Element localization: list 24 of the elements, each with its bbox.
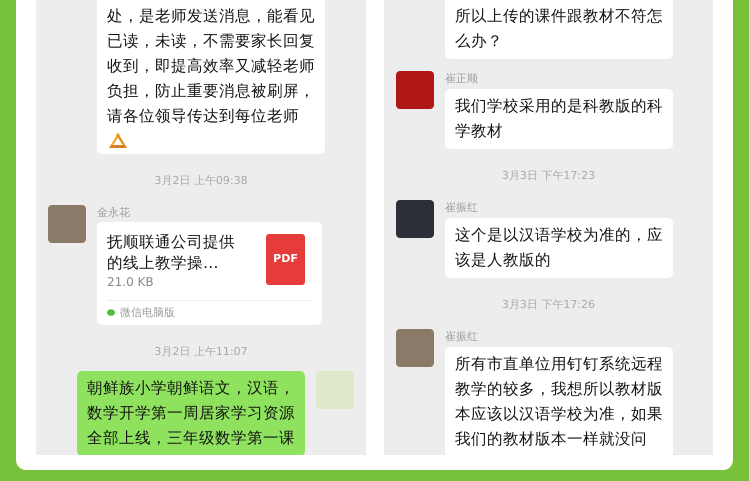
chat-bubble: 这个是以汉语学校为准的，应该是人教版的 — [445, 218, 673, 278]
sender-name: 崔振红 — [445, 200, 479, 216]
message-text: 所以上传的课件跟教材不符怎么办？ — [455, 6, 663, 52]
file-card[interactable]: 抚顺联通公司提供的线上教学操… 21.0 KB PDF 微信电脑版 — [97, 222, 322, 325]
avatar-photo-placeholder — [396, 329, 434, 367]
chat-bubble: 所有市直单位用钉钉系统远程教学的较多，我想所以教材版本应该以汉语学校为准，如果我们的教材版本一样就没问 — [445, 347, 673, 455]
file-size: 21.0 KB — [107, 274, 155, 290]
file-name: 抚顺联通公司提供的线上教学操… — [107, 232, 236, 274]
avatar-photo-placeholder — [396, 200, 434, 238]
sender-name: 崔振红 — [445, 329, 479, 345]
pdf-file-icon: PDF — [266, 234, 305, 285]
source-label: 微信电脑版 — [120, 306, 175, 320]
chat-bubble: 我们学校采用的是科教版的科学教材 — [445, 89, 673, 149]
avatar-photo-placeholder — [396, 71, 434, 109]
sender-name: 金永花 — [97, 205, 131, 221]
timestamp: 3月3日 下午17:23 — [502, 169, 596, 183]
timestamp: 3月2日 上午11:07 — [154, 345, 248, 359]
chat-bubble: 朝鲜族小学朝鲜语文，汉语，数学开学第一周居家学习资源全部上线，三年级数学第一课 — [77, 371, 305, 455]
sender-name: 崔正顺 — [445, 71, 479, 87]
timestamp: 3月3日 下午17:26 — [502, 298, 596, 312]
timestamp: 3月2日 上午09:38 — [154, 174, 248, 188]
message-text: 处，是老师发送消息，能看见已读，未读，不需要家长回复收到，即提高效率又减轻老师负担，防止重要消息被刷屏，请各位领导传达到每位老师 — [107, 6, 315, 127]
avatar-photo-placeholder — [316, 371, 354, 409]
avatar-photo-placeholder — [48, 205, 86, 243]
